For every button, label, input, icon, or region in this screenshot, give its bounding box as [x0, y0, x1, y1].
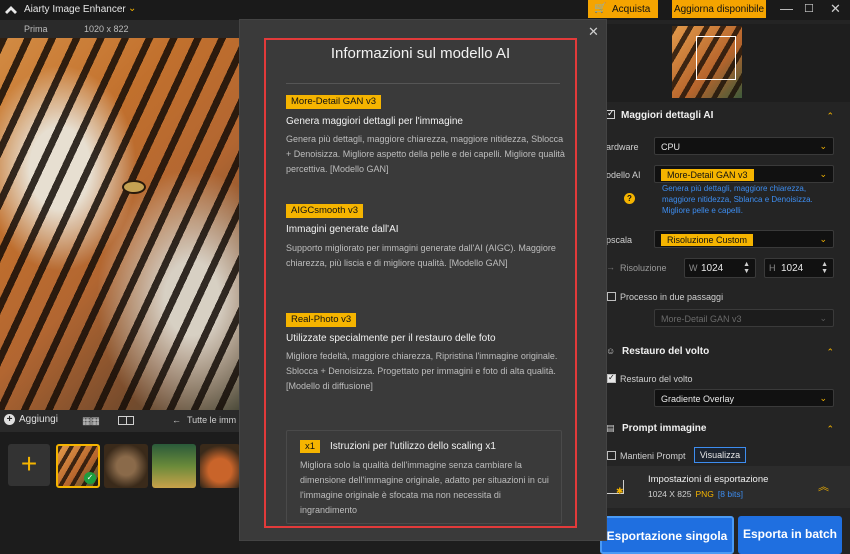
model-name: Utilizzate specialmente per il restauro …	[286, 333, 496, 344]
batch-export-button[interactable]: Esporta in batch	[738, 516, 842, 554]
face-section-header[interactable]: ☺ Restauro del volto	[606, 346, 709, 357]
details-section-header[interactable]: Maggiori dettagli AI	[606, 108, 713, 121]
scale-tag: x1	[300, 440, 321, 453]
chevron-up-icon[interactable]: ⌃	[826, 424, 834, 435]
width-input[interactable]: W 1024 ▲ ▼	[684, 258, 756, 278]
keep-prompt-label: Mantieni Prompt	[620, 451, 686, 461]
arrow-left-icon: ←	[172, 415, 181, 425]
arrow-right-icon: →	[606, 262, 615, 272]
two-pass-label: Processo in due passaggi	[620, 292, 724, 302]
thumbnail-strip: + ✓	[0, 432, 240, 554]
scale-description: Migliora solo la qualità dell'immagine s…	[300, 460, 549, 515]
cart-icon: 🛒	[594, 3, 607, 14]
face-icon: ☺	[606, 346, 616, 356]
tiger-eye	[122, 180, 146, 194]
prompt-section-header[interactable]: ▤ Prompt immagine	[606, 423, 706, 434]
model-description: Genera più dettagli, maggiore chiarezza,…	[286, 134, 565, 174]
thumbnail-butterfly[interactable]	[104, 444, 148, 488]
upscale-select[interactable]: Risoluzione Custom ⌄	[654, 230, 834, 248]
preview-size-label: 1020 x 822	[84, 24, 129, 34]
thumbnail-tiger[interactable]: ✓	[56, 444, 100, 488]
thumbnail-food[interactable]	[200, 444, 240, 488]
compare-view-icon[interactable]	[118, 416, 134, 425]
export-settings-title: Impostazioni di esportazione	[648, 474, 769, 485]
thumbnail-figure[interactable]	[152, 444, 196, 488]
model-label: odello AI	[606, 170, 641, 180]
face-mode-select[interactable]: Gradiente Overlay ⌄	[654, 389, 834, 407]
two-pass-checkbox[interactable]	[607, 292, 616, 301]
gear-icon: ✱	[616, 486, 624, 496]
scale-title: Istruzioni per l'utilizzo dello scaling …	[330, 441, 496, 452]
model-tag: AIGCsmooth v3	[286, 204, 364, 218]
model-tag: More-Detail GAN v3	[286, 95, 381, 109]
plus-icon: +	[4, 414, 15, 425]
close-window-icon[interactable]: ✕	[830, 1, 841, 17]
model-description: Supporto migliorato per immagini generat…	[286, 243, 556, 268]
single-export-button[interactable]: Esportazione singola	[600, 516, 734, 554]
hardware-label: ardware	[606, 142, 639, 152]
visualize-button[interactable]: Visualizza	[694, 447, 746, 463]
preview-mode-label[interactable]: Prima	[24, 24, 48, 34]
chevron-down-icon[interactable]: ⌄	[128, 3, 136, 14]
hardware-select[interactable]: CPU ⌄	[654, 137, 834, 155]
double-chevron-up-icon[interactable]: ︽	[818, 478, 829, 494]
dialog-title: Informazioni sul modello AI	[330, 45, 511, 62]
chevron-down-icon: ⌄	[819, 393, 827, 403]
model-select[interactable]: More-Detail GAN v3 ⌄	[654, 165, 834, 183]
model-name: Genera maggiori dettagli per l'immagine	[286, 116, 463, 127]
preview-info-bar: Prima 1020 x 822	[0, 20, 240, 38]
help-icon[interactable]: ?	[624, 193, 635, 204]
height-input[interactable]: H 1024 ▲ ▼	[764, 258, 834, 278]
upscale-label: pscala	[606, 235, 633, 245]
prompt-icon: ▤	[606, 423, 615, 433]
two-pass-model-select[interactable]: More-Detail GAN v3 ⌄	[654, 309, 834, 327]
add-button[interactable]: + Aggiungi	[4, 414, 58, 425]
divider	[286, 83, 560, 84]
stepper-icon[interactable]: ▲ ▼	[743, 261, 750, 275]
export-settings-bar[interactable]	[600, 466, 850, 508]
model-tag: Real-Photo v3	[286, 313, 357, 327]
app-title: Aiarty Image Enhancer	[24, 4, 126, 15]
resolution-label: Risoluzione	[620, 263, 667, 273]
grid-view-icon[interactable]: ▦▦	[82, 416, 100, 427]
face-restore-checkbox[interactable]	[607, 373, 616, 383]
chevron-down-icon: ⌄	[819, 141, 827, 151]
minimize-icon[interactable]: —	[780, 1, 793, 17]
all-images-button[interactable]: ← Tutte le imm	[172, 415, 236, 425]
navigator-viewport-box[interactable]	[696, 36, 736, 80]
chevron-up-icon[interactable]: ⌃	[826, 347, 834, 358]
chevron-down-icon: ⌄	[819, 234, 827, 244]
export-details: 1024 X 825 PNG [8 bits]	[648, 489, 743, 499]
stepper-icon[interactable]: ▲ ▼	[821, 261, 828, 275]
keep-prompt-checkbox[interactable]	[607, 451, 616, 460]
bottom-toolbar: + Aggiungi ▦▦ ← Tutte le imm	[0, 410, 240, 432]
chevron-up-icon[interactable]: ⌃	[826, 111, 834, 122]
model-name: Immagini generate dall'AI	[286, 224, 399, 235]
maximize-icon[interactable]: ☐	[804, 1, 814, 17]
details-enable-checkbox[interactable]	[606, 108, 615, 119]
app-logo-icon	[5, 6, 17, 14]
buy-button[interactable]: 🛒 Acquista	[588, 0, 658, 18]
close-icon[interactable]: ✕	[588, 24, 599, 40]
add-image-button[interactable]: +	[8, 444, 50, 486]
model-description: Migliore fedeltà, maggiore chiarezza, Ri…	[286, 351, 558, 391]
update-available-button[interactable]: Aggiorna disponibile	[672, 0, 766, 18]
face-restore-label: Restauro del volto	[620, 374, 693, 384]
chevron-down-icon: ⌄	[819, 313, 827, 323]
image-preview[interactable]	[0, 38, 240, 410]
model-description: Genera più dettagli, maggiore chiarezza,…	[662, 184, 813, 215]
chevron-down-icon: ⌄	[819, 169, 827, 179]
check-icon: ✓	[84, 472, 96, 484]
